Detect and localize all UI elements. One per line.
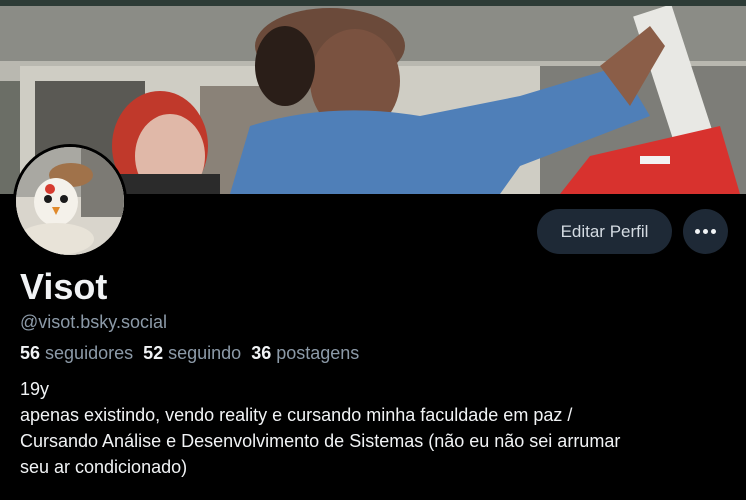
followers-stat[interactable]: 56 seguidores — [20, 341, 133, 365]
following-count: 52 — [143, 343, 164, 363]
bio-line: seu ar condicionado) — [20, 457, 188, 477]
posts-count: 36 — [251, 343, 272, 363]
profile-stats: 56 seguidores 52 seguindo 36 postagens — [20, 341, 359, 365]
posts-label: postagens — [276, 343, 360, 363]
bio-line: Cursando Análise e Desenvolvimento de Si… — [20, 431, 621, 451]
display-name: Visot — [20, 266, 108, 307]
avatar-image — [16, 147, 124, 255]
followers-count: 56 — [20, 343, 41, 363]
bio-line: 19y — [20, 379, 50, 399]
edit-profile-button[interactable]: Editar Perfil — [537, 209, 672, 254]
following-label: seguindo — [168, 343, 242, 363]
followers-label: seguidores — [45, 343, 134, 363]
profile-bio: 19y apenas existindo, vendo reality e cu… — [20, 376, 720, 480]
more-options-button[interactable] — [683, 209, 728, 254]
bio-line: apenas existindo, vendo reality e cursan… — [20, 405, 573, 425]
posts-stat: 36 postagens — [251, 341, 359, 365]
following-stat[interactable]: 52 seguindo — [143, 341, 241, 365]
profile-avatar[interactable] — [13, 144, 127, 258]
profile-handle: @visot.bsky.social — [20, 312, 167, 332]
ellipsis-icon — [695, 229, 716, 234]
